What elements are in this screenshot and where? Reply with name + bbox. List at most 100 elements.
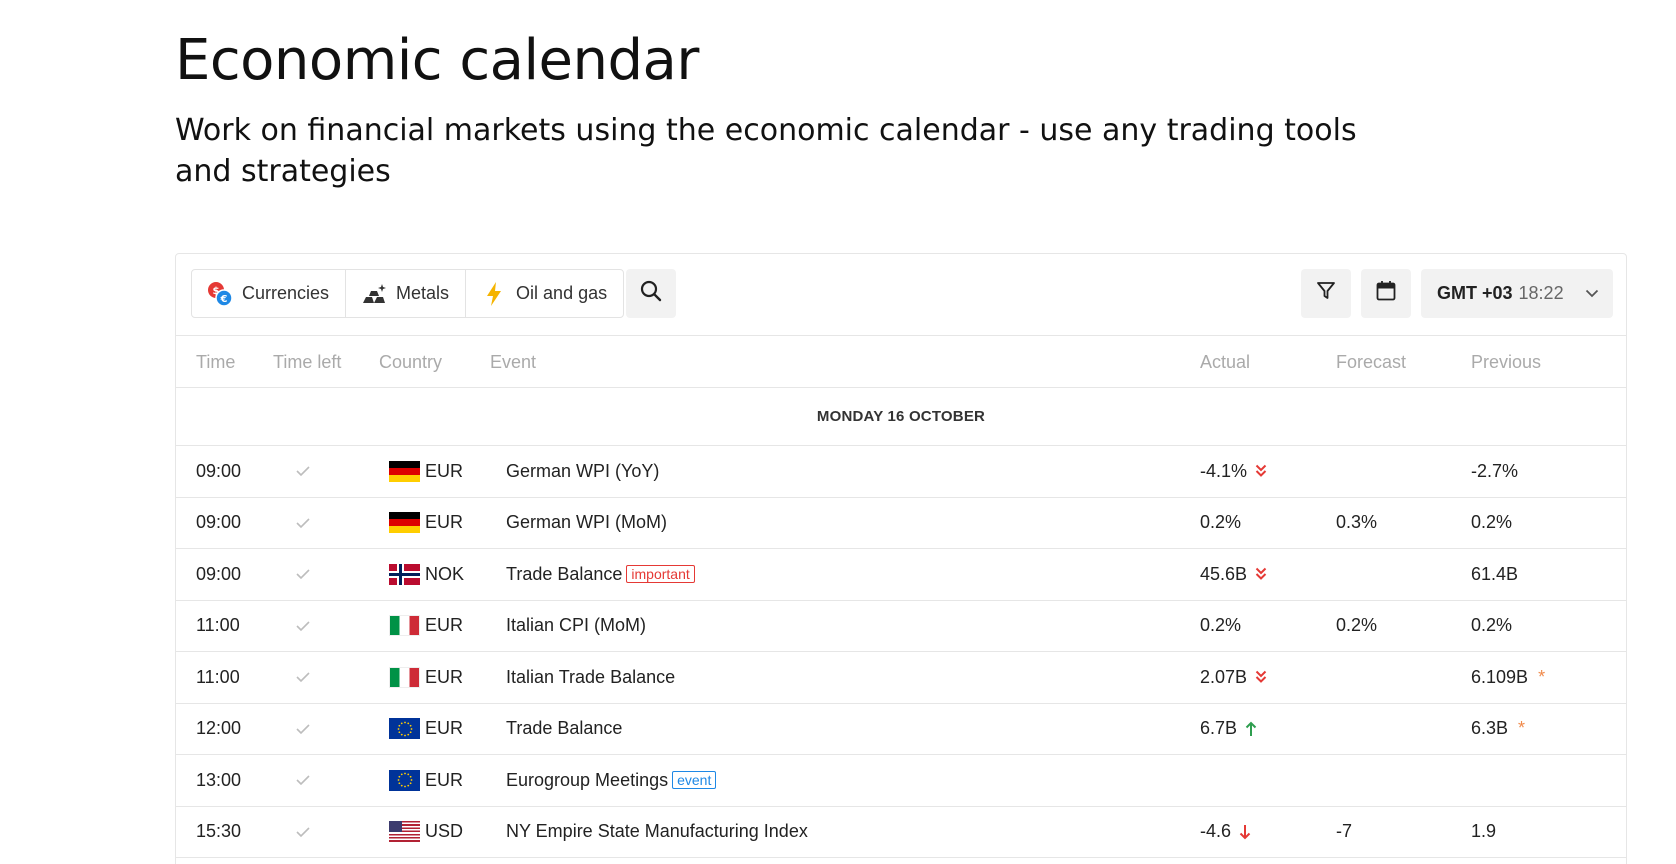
event-name-cell: Eurogroup Meetings event (506, 755, 717, 806)
economic-calendar-widget: $ € Currencies Metals Oil and gas GMT +0… (175, 253, 1627, 864)
check-icon (295, 755, 311, 806)
event-time: 11:00 (196, 615, 240, 636)
header-previous[interactable]: Previous (1471, 352, 1541, 373)
event-time: 11:00 (196, 666, 240, 687)
revised-asterisk-icon: * (1538, 666, 1546, 687)
event-list: 09:00 EUR German WPI (YoY) -4.1% -2.7% 09:00 E… (176, 446, 1626, 858)
header-event[interactable]: Event (490, 352, 536, 373)
actual-value-cell: 45.6B (1200, 549, 1267, 600)
header-country[interactable]: Country (379, 352, 442, 373)
actual-value: 45.6B (1200, 563, 1248, 584)
previous-value-cell: 1.9 (1471, 807, 1496, 858)
category-oil-gas-button[interactable]: Oil and gas (466, 270, 623, 317)
event-time: 13:00 (196, 769, 242, 790)
actual-value: 2.07B (1200, 666, 1248, 687)
previous-value: 0.2% (1471, 512, 1513, 533)
table-row[interactable]: 11:00 EUR Italian CPI (MoM) 0.2% 0.2% 0.2% (176, 601, 1626, 652)
currency-code: NOK (425, 563, 465, 584)
event-time: 09:00 (196, 460, 242, 481)
revised-asterisk-icon: * (1518, 718, 1526, 739)
calendar-icon (1376, 280, 1396, 307)
event-name-cell: Italian Trade Balance (506, 652, 675, 703)
previous-value-cell: 0.2% (1471, 498, 1512, 549)
check-icon (295, 446, 311, 497)
event-name[interactable]: German WPI (YoY) (506, 461, 659, 482)
double-down-arrow-icon (1255, 670, 1267, 684)
event-name[interactable]: German WPI (MoM) (506, 512, 667, 533)
event-name[interactable]: Trade Balance (506, 564, 622, 585)
category-currencies-button[interactable]: $ € Currencies (192, 270, 347, 317)
previous-value-cell: 61.4B (1471, 549, 1518, 600)
event-country: NOK (389, 549, 464, 600)
header-time[interactable]: Time (196, 352, 235, 373)
important-badge: important (626, 565, 695, 584)
event-name-cell: NY Empire State Manufacturing Index (506, 807, 808, 858)
flag-italy-icon (389, 615, 420, 637)
flag-norway-icon (389, 563, 420, 585)
table-row[interactable]: 09:00 EUR German WPI (MoM) 0.2% 0.3% 0.2% (176, 498, 1626, 549)
flag-eu-icon (389, 718, 420, 740)
date-picker-button[interactable] (1361, 269, 1411, 318)
header-time-left[interactable]: Time left (273, 352, 341, 373)
filter-button[interactable] (1301, 269, 1351, 318)
timezone-selector[interactable]: GMT +03 18:22 (1421, 269, 1613, 318)
previous-value: 1.9 (1471, 821, 1497, 842)
event-name-cell: German WPI (YoY) (506, 446, 659, 497)
event-country: EUR (389, 446, 463, 497)
search-button[interactable] (626, 269, 676, 318)
timezone-label: GMT +03 (1437, 283, 1513, 303)
forecast-value: 0.3% (1336, 512, 1378, 533)
event-time: 09:00 (196, 563, 242, 584)
event-name-cell: Trade Balance (506, 704, 622, 755)
lightning-icon (480, 280, 508, 308)
double-down-arrow-icon (1255, 567, 1267, 581)
currency-code: EUR (425, 769, 464, 790)
event-name[interactable]: Eurogroup Meetings (506, 770, 668, 791)
header-forecast[interactable]: Forecast (1336, 352, 1406, 373)
event-country: USD (389, 807, 463, 858)
event-time: 12:00 (196, 718, 242, 739)
currency-code: EUR (425, 615, 464, 636)
actual-value: 6.7B (1200, 718, 1238, 739)
search-icon (639, 279, 663, 308)
event-name[interactable]: Trade Balance (506, 718, 622, 739)
currency-code: USD (425, 821, 464, 842)
event-name[interactable]: NY Empire State Manufacturing Index (506, 821, 808, 842)
flag-germany-icon (389, 460, 420, 482)
category-metals-button[interactable]: Metals (346, 270, 467, 317)
forecast-value: 0.2% (1336, 615, 1378, 636)
metals-icon (360, 280, 388, 308)
down-arrow-icon (1239, 824, 1251, 840)
check-icon (295, 704, 311, 755)
page-title: Economic calendar (175, 28, 699, 93)
event-name-cell: Trade Balance important (506, 549, 695, 600)
header-actual[interactable]: Actual (1200, 352, 1250, 373)
flag-eu-icon (389, 769, 420, 791)
previous-value-cell: -2.7% (1471, 446, 1518, 497)
event-name[interactable]: Italian Trade Balance (506, 667, 675, 688)
actual-value-cell: -4.6 (1200, 807, 1251, 858)
actual-value: 0.2% (1200, 615, 1242, 636)
flag-usa-icon (389, 821, 420, 843)
svg-text:€: € (220, 294, 228, 305)
table-row[interactable]: 12:00 EUR Trade Balance 6.7B 6.3B * (176, 704, 1626, 755)
table-row[interactable]: 13:00 EUR Eurogroup Meetings event (176, 755, 1626, 807)
previous-value: -2.7% (1471, 460, 1519, 481)
event-country: EUR (389, 498, 463, 549)
currency-code: EUR (425, 666, 464, 687)
currency-code: EUR (425, 718, 464, 739)
previous-value-cell: 6.109B * (1471, 652, 1545, 703)
table-row[interactable]: 09:00 NOK Trade Balance important 45.6B 61.4B (176, 549, 1626, 601)
check-icon (295, 601, 311, 652)
chevron-down-icon (1585, 289, 1599, 298)
actual-value: -4.1% (1200, 460, 1248, 481)
table-row[interactable]: 09:00 EUR German WPI (YoY) -4.1% -2.7% (176, 446, 1626, 498)
filter-icon (1316, 281, 1336, 306)
table-row[interactable]: 15:30 USD NY Empire State Manufacturing In… (176, 807, 1626, 858)
forecast-value: -7 (1336, 821, 1353, 842)
table-row[interactable]: 11:00 EUR Italian Trade Balance 2.07B 6.109B… (176, 652, 1626, 704)
check-icon (295, 549, 311, 600)
event-time: 15:30 (196, 821, 242, 842)
event-name[interactable]: Italian CPI (MoM) (506, 615, 646, 636)
flag-italy-icon (389, 666, 420, 688)
